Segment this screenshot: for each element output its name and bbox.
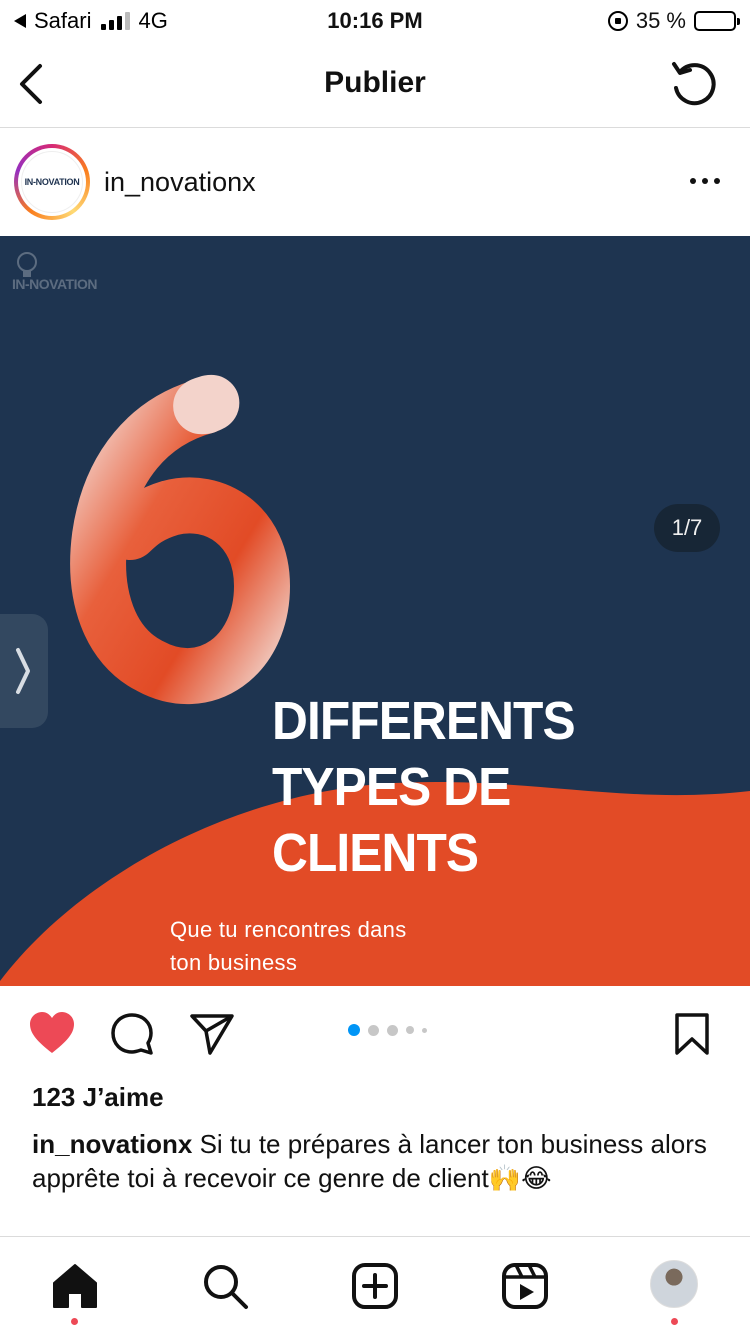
chevron-right-icon	[16, 648, 30, 694]
home-notification-dot	[71, 1318, 78, 1325]
post-actions	[0, 987, 750, 1071]
subline-line-1: Que tu rencontres dans	[170, 917, 407, 942]
post-header: IN-NOVATION in_novationx	[0, 129, 750, 235]
brand-watermark: IN-NOVATION	[12, 250, 122, 300]
carousel-dot	[406, 1026, 414, 1034]
refresh-icon[interactable]	[668, 58, 720, 110]
avatar-frame: IN-NOVATION	[18, 148, 86, 216]
profile-notification-dot	[671, 1318, 678, 1325]
send-icon[interactable]	[188, 1011, 236, 1057]
avatar-text: IN-NOVATION	[24, 177, 80, 187]
number-six-shape	[70, 378, 291, 704]
avatar-logo: IN-NOVATION	[21, 151, 83, 213]
battery-icon	[694, 11, 740, 31]
orientation-lock-icon	[607, 11, 628, 31]
caption-username[interactable]: in_novationx	[32, 1129, 192, 1159]
app-header: Publier	[0, 44, 750, 128]
status-bar: Safari 4G 10:16 PM 35 %	[0, 0, 750, 44]
post-image[interactable]: IN-NOVATION 1/7 DIFFERENTS TYPES DE CLIE…	[0, 236, 750, 986]
image-subline: Que tu rencontres dans ton business	[170, 913, 407, 979]
home-icon[interactable]	[50, 1261, 100, 1311]
carousel-dot	[387, 1024, 398, 1036]
carousel-dot	[422, 1027, 427, 1033]
post-caption: in_novationx Si tu te prépares à lancer …	[32, 1127, 722, 1195]
subline-line-2: ton business	[170, 950, 298, 975]
bottom-nav	[0, 1236, 750, 1334]
carousel-dot	[348, 1024, 360, 1036]
reels-icon[interactable]	[500, 1261, 550, 1311]
bookmark-icon[interactable]	[672, 1011, 712, 1057]
more-horizontal-icon[interactable]	[688, 169, 722, 193]
headline-line-3: CLIENTS	[272, 823, 479, 883]
image-headline: DIFFERENTS TYPES DE CLIENTS	[272, 688, 576, 886]
heart-filled-icon[interactable]	[28, 1011, 76, 1055]
headline-line-1: DIFFERENTS	[272, 691, 576, 751]
search-icon[interactable]	[200, 1261, 250, 1311]
create-icon[interactable]	[350, 1261, 400, 1311]
headline-line-2: TYPES DE	[272, 757, 511, 817]
like-count[interactable]: 123 J’aime	[32, 1082, 164, 1113]
comment-icon[interactable]	[108, 1011, 156, 1057]
battery-percent: 35 %	[635, 8, 686, 33]
post-username[interactable]: in_novationx	[104, 167, 256, 198]
carousel-dots	[348, 1024, 427, 1036]
carousel-dot	[368, 1024, 379, 1036]
carousel-counter: 1/7	[654, 504, 720, 552]
status-right: 35 %	[607, 8, 740, 34]
story-avatar[interactable]: IN-NOVATION	[14, 144, 90, 220]
carousel-prev-handle[interactable]	[0, 614, 48, 728]
profile-avatar[interactable]	[650, 1260, 698, 1308]
page-title: Publier	[324, 66, 426, 99]
brand-watermark-text: IN-NOVATION	[12, 276, 97, 292]
